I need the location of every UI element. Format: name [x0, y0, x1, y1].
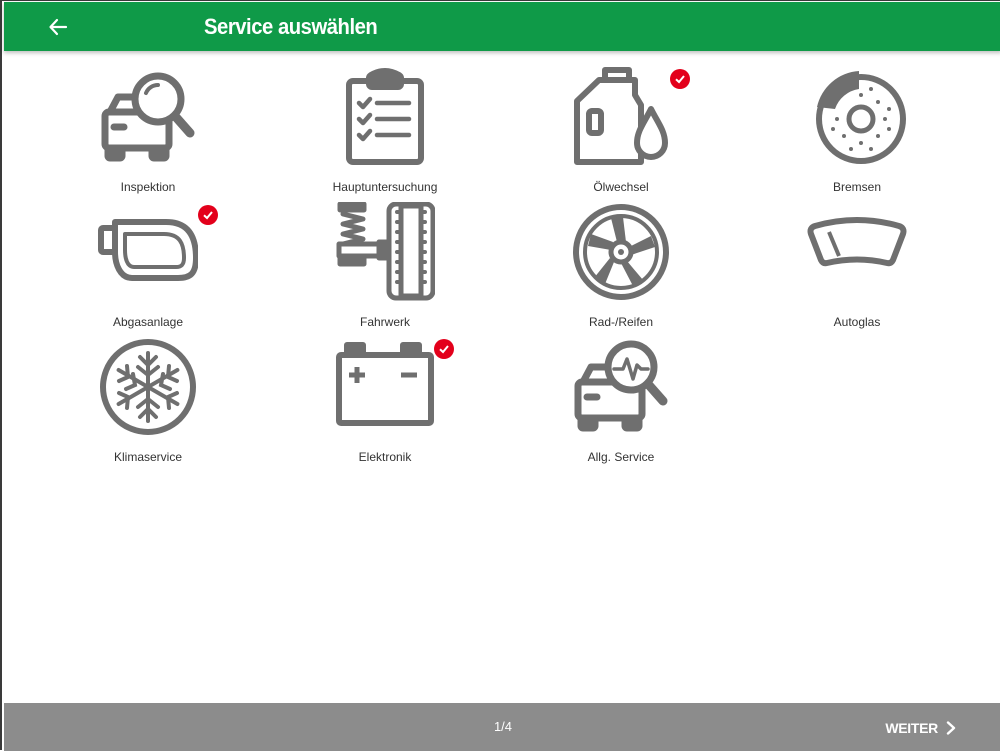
- battery-icon: [336, 342, 434, 426]
- service-label: Inspektion: [120, 180, 176, 194]
- footer-bar: 1/4 WEITER: [4, 703, 1000, 751]
- wheel-rim-icon: [573, 204, 669, 300]
- service-label: Hauptuntersuchung: [332, 180, 438, 194]
- snowflake-icon: [100, 339, 196, 435]
- oil-can-icon: [574, 67, 668, 165]
- inspection-icon: [101, 72, 195, 162]
- service-label: Abgasanlage: [112, 315, 184, 329]
- service-tile-inspektion[interactable]: Inspektion: [48, 67, 248, 195]
- windshield-icon: [807, 217, 907, 267]
- diagnostics-icon: [574, 340, 668, 432]
- exhaust-icon: [98, 219, 198, 281]
- next-button[interactable]: WEITER: [885, 716, 956, 740]
- service-tile-autoglas[interactable]: Autoglas: [757, 202, 957, 330]
- service-label: Ölwechsel: [593, 180, 649, 194]
- service-label: Rad-/Reifen: [588, 315, 654, 329]
- suspension-icon: [336, 202, 435, 301]
- service-label: Elektronik: [358, 450, 412, 464]
- service-tile-rad-reifen[interactable]: Rad-/Reifen: [521, 202, 721, 330]
- service-label: Autoglas: [833, 315, 881, 329]
- page-indicator: 1/4: [493, 719, 513, 734]
- service-tile-fahrwerk[interactable]: Fahrwerk: [285, 202, 485, 330]
- service-tile-oelwechsel[interactable]: Ölwechsel: [521, 67, 721, 195]
- service-label: Allg. Service: [587, 450, 655, 464]
- service-tile-klimaservice[interactable]: Klimaservice: [48, 337, 248, 465]
- selected-check-icon: [670, 69, 690, 89]
- chevron-right-icon: [946, 721, 956, 735]
- service-label: Fahrwerk: [359, 315, 410, 329]
- app-window: Service auswählen Inspektion Hauptunters…: [0, 0, 1000, 751]
- selected-check-icon: [198, 205, 218, 225]
- service-label: Bremsen: [832, 180, 882, 194]
- clipboard-checklist-icon: [346, 68, 424, 165]
- service-tile-abgasanlage[interactable]: Abgasanlage: [48, 202, 248, 330]
- brake-disc-icon: [816, 71, 906, 164]
- service-tile-hauptuntersuchung[interactable]: Hauptuntersuchung: [285, 67, 485, 195]
- service-tile-allg-service[interactable]: Allg. Service: [521, 337, 721, 465]
- selected-check-icon: [434, 339, 454, 359]
- service-label: Klimaservice: [113, 450, 182, 464]
- next-button-label: WEITER: [885, 720, 938, 736]
- service-grid: Inspektion Hauptuntersuchung Ölwechsel B…: [2, 1, 1000, 701]
- service-tile-elektronik[interactable]: Elektronik: [285, 337, 485, 465]
- service-tile-bremsen[interactable]: Bremsen: [757, 67, 957, 195]
